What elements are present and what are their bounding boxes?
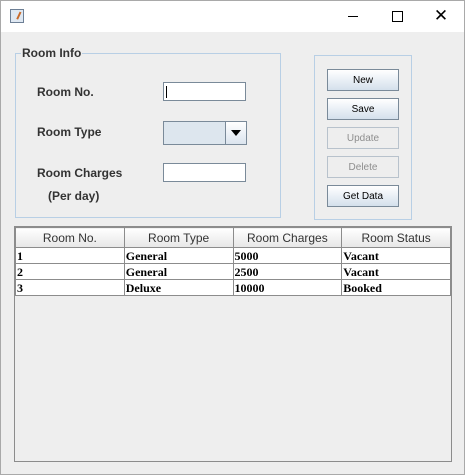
save-button[interactable]: Save bbox=[327, 98, 399, 120]
cell-room-type[interactable]: Deluxe bbox=[123, 279, 234, 296]
app-window: ✕ Room Info Room No. Room Type Room Char… bbox=[0, 0, 465, 475]
room-type-label: Room Type bbox=[37, 125, 102, 139]
text-caret bbox=[166, 86, 167, 98]
room-type-select[interactable] bbox=[163, 121, 247, 145]
cell-room-charges[interactable]: 5000 bbox=[232, 247, 343, 264]
cell-room-status[interactable]: Booked bbox=[341, 279, 451, 296]
close-icon: ✕ bbox=[433, 6, 449, 26]
java-app-icon bbox=[10, 9, 24, 23]
room-charges-label: Room Charges bbox=[37, 166, 123, 180]
table-row[interactable]: 2 General 2500 Vacant bbox=[15, 263, 451, 280]
maximize-button[interactable] bbox=[374, 1, 420, 32]
delete-button[interactable]: Delete bbox=[327, 156, 399, 178]
column-header-room-type[interactable]: Room Type bbox=[123, 227, 234, 248]
cell-room-charges[interactable]: 2500 bbox=[232, 263, 343, 280]
rooms-table: Room No. Room Type Room Charges Room Sta… bbox=[15, 227, 451, 296]
table-header-row: Room No. Room Type Room Charges Room Sta… bbox=[15, 227, 451, 248]
cell-room-type[interactable]: General bbox=[123, 247, 234, 264]
column-header-room-charges[interactable]: Room Charges bbox=[232, 227, 343, 248]
cell-room-status[interactable]: Vacant bbox=[341, 247, 451, 264]
room-info-title: Room Info bbox=[21, 46, 83, 60]
room-no-input[interactable] bbox=[163, 82, 246, 101]
title-bar: ✕ bbox=[1, 1, 464, 32]
column-header-room-status[interactable]: Room Status bbox=[341, 227, 451, 248]
minimize-icon bbox=[348, 16, 358, 17]
column-header-room-no[interactable]: Room No. bbox=[15, 227, 125, 248]
new-button[interactable]: New bbox=[327, 69, 399, 91]
actions-panel: New Save Update Delete Get Data bbox=[314, 55, 412, 220]
cell-room-no[interactable]: 2 bbox=[15, 263, 125, 280]
per-day-label: (Per day) bbox=[48, 189, 100, 203]
minimize-button[interactable] bbox=[330, 1, 376, 32]
room-charges-input[interactable] bbox=[163, 163, 246, 182]
rooms-table-scrollpane[interactable]: Room No. Room Type Room Charges Room Sta… bbox=[14, 226, 452, 462]
dropdown-arrow-button[interactable] bbox=[225, 122, 246, 144]
table-row[interactable]: 3 Deluxe 10000 Booked bbox=[15, 279, 451, 296]
maximize-icon bbox=[391, 11, 403, 22]
cell-room-charges[interactable]: 10000 bbox=[232, 279, 343, 296]
cell-room-no[interactable]: 1 bbox=[15, 247, 125, 264]
chevron-down-icon bbox=[231, 130, 241, 136]
cell-room-status[interactable]: Vacant bbox=[341, 263, 451, 280]
table-row[interactable]: 1 General 5000 Vacant bbox=[15, 247, 451, 264]
cell-room-no[interactable]: 3 bbox=[15, 279, 125, 296]
update-button[interactable]: Update bbox=[327, 127, 399, 149]
cell-room-type[interactable]: General bbox=[123, 263, 234, 280]
get-data-button[interactable]: Get Data bbox=[327, 185, 399, 207]
room-no-label: Room No. bbox=[37, 85, 94, 99]
close-button[interactable]: ✕ bbox=[418, 1, 464, 32]
